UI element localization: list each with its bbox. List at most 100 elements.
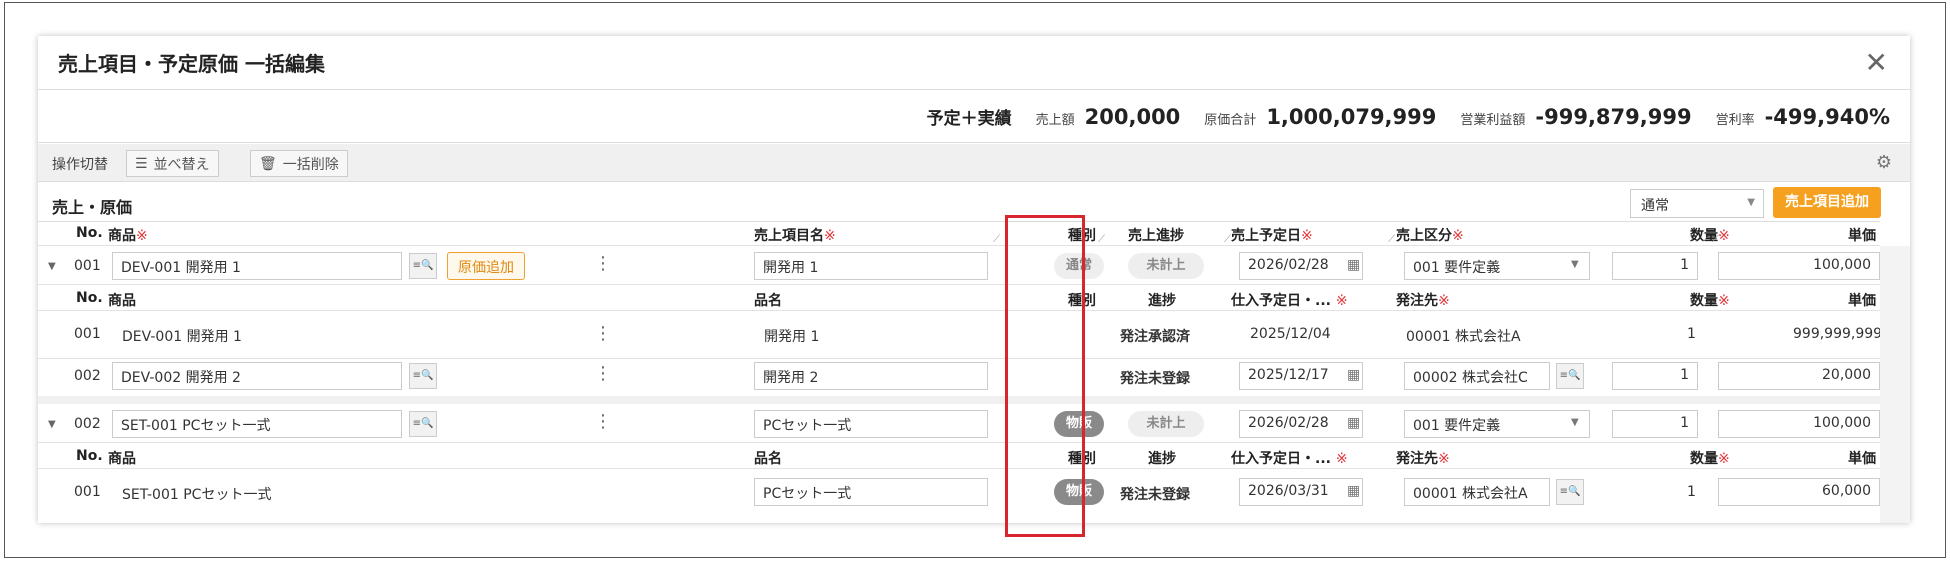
sales-header-category: 売上区分※ (1396, 228, 1464, 244)
rate-label: 営利率 (1715, 113, 1755, 128)
supplier-input[interactable]: 00002 株式会社C (1404, 362, 1550, 390)
product-input[interactable]: SET-001 PCセット一式 (112, 410, 402, 438)
cost-item-name-input[interactable]: 開発用 2 (754, 362, 988, 390)
product-input[interactable]: DEV-001 開発用 1 (112, 252, 402, 280)
sales-header-progress: 売上進捗 (1128, 228, 1184, 244)
chevron-down-icon: ▼ (1747, 197, 1755, 208)
cost-date-input[interactable]: 2025/12/17 (1239, 362, 1363, 390)
cost-header-qty: 数量※ (1690, 451, 1730, 467)
cost-date-input[interactable]: 2026/03/31 (1239, 478, 1363, 506)
more-icon[interactable]: ⋮ (594, 365, 612, 383)
lookup-icon[interactable]: ≡🔍 (409, 411, 437, 437)
cost-header-item-name: 品名 (754, 293, 782, 309)
rate-value: -499,940% (1764, 105, 1890, 129)
close-icon[interactable]: ✕ (1865, 46, 1888, 79)
sales-label: 売上額 (1035, 113, 1075, 128)
cost-header-progress: 進捗 (1148, 451, 1176, 467)
chevron-down-icon: ▼ (1571, 417, 1579, 428)
calendar-icon[interactable]: ▦ (1347, 257, 1360, 273)
sales-header-product: 商品※ (108, 228, 148, 244)
cost-header-no: No. (76, 290, 103, 306)
sales-category-select[interactable]: 001 要件定義 (1404, 410, 1590, 438)
qty-input[interactable]: 1 (1612, 252, 1698, 280)
cost-progress: 発注承認済 (1120, 329, 1190, 345)
more-icon[interactable]: ⋮ (594, 325, 612, 343)
sales-date-input[interactable]: 2026/02/28 (1239, 410, 1363, 438)
summary: 予定＋実績 売上額 200,000 原価合計 1,000,079,999 営業利… (927, 104, 1890, 129)
sales-header-item-name: 売上項目名※ (754, 228, 836, 244)
cost-header-date: 仕入予定日・... ※ (1231, 451, 1348, 467)
toolbar-label: 操作切替 (52, 157, 108, 173)
cost-qty-input[interactable]: 1 (1612, 362, 1698, 390)
lookup-icon[interactable]: ≡🔍 (1556, 479, 1584, 505)
sort-icon: ☰ (135, 155, 148, 172)
view-select[interactable]: 通常 ▼ (1630, 189, 1764, 218)
cost-progress: 発注未登録 (1120, 371, 1190, 387)
sales-header-date: 売上予定日※ (1231, 228, 1313, 244)
cost-unit-price-input[interactable]: 60,000 (1718, 478, 1880, 506)
gear-icon[interactable]: ⚙ (1876, 152, 1892, 173)
lookup-icon[interactable]: ≡🔍 (1556, 363, 1584, 389)
cost-supplier: 00001 株式会社A (1406, 329, 1521, 345)
row-divider (38, 442, 1880, 443)
sort-button[interactable]: ☰ 並べ替え (126, 150, 219, 177)
lookup-icon[interactable]: ≡🔍 (409, 253, 437, 279)
column-resize-handle[interactable]: ⟋ (1224, 234, 1231, 245)
more-icon[interactable]: ⋮ (594, 413, 612, 431)
modal-title: 売上項目・予定原価 一括編集 (58, 52, 325, 76)
cost-no: 001 (74, 326, 101, 342)
chevron-down-icon: ▼ (1571, 259, 1579, 270)
scrollbar[interactable] (1880, 246, 1910, 523)
highlight-box (1005, 215, 1085, 537)
sales-category-select[interactable]: 001 要件定義 (1404, 252, 1590, 280)
cost-label: 原価合計 (1204, 113, 1257, 128)
sales-header-no: No. (76, 225, 103, 241)
collapse-icon[interactable]: ▼ (48, 261, 56, 272)
column-resize-handle[interactable]: ⟋ (1388, 234, 1395, 245)
cost-progress: 発注未登録 (1120, 487, 1190, 503)
cost-product: SET-001 PCセット一式 (122, 487, 272, 503)
group-no: 001 (74, 258, 101, 274)
column-resize-handle[interactable]: ⟋ (993, 234, 1000, 245)
calendar-icon[interactable]: ▦ (1347, 415, 1360, 431)
cost-header-date: 仕入予定日・... ※ (1231, 293, 1348, 309)
sales-date-input[interactable]: 2026/02/28 (1239, 252, 1363, 280)
cost-header-no: No. (76, 448, 103, 464)
row-divider (38, 358, 1880, 359)
cost-header-product: 商品 (108, 451, 136, 467)
bulk-edit-modal: 売上項目・予定原価 一括編集 ✕ 予定＋実績 売上額 200,000 原価合計 … (38, 36, 1910, 523)
section-title: 売上・原価 (52, 198, 133, 217)
cost-item-name-input[interactable]: PCセット一式 (754, 478, 988, 506)
column-resize-handle[interactable]: ⟋ (1712, 234, 1719, 245)
sales-value: 200,000 (1084, 105, 1181, 129)
toolbar: 操作切替 ☰ 並べ替え 🗑 一括削除 ⚙ (38, 144, 1910, 182)
cost-header-progress: 進捗 (1148, 293, 1176, 309)
item-name-input[interactable]: PCセット一式 (754, 410, 988, 438)
sales-header-unit-price: 単価 (1848, 228, 1876, 244)
trash-icon: 🗑 (259, 155, 277, 172)
cost-product-input[interactable]: DEV-002 開発用 2 (112, 362, 402, 390)
item-name-input[interactable]: 開発用 1 (754, 252, 988, 280)
qty-input[interactable]: 1 (1612, 410, 1698, 438)
group-divider (38, 396, 1880, 404)
cost-header-unit-price: 単価 (1848, 293, 1876, 309)
column-resize-handle[interactable]: ⟋ (1098, 234, 1105, 245)
row-divider (38, 468, 1880, 469)
cost-header-supplier: 発注先※ (1396, 451, 1450, 467)
progress-badge: 未計上 (1128, 253, 1204, 279)
collapse-icon[interactable]: ▼ (48, 419, 56, 430)
cost-date: 2025/12/04 (1250, 326, 1331, 342)
unit-price-input[interactable]: 100,000 (1718, 252, 1880, 280)
row-divider (38, 245, 1880, 246)
header-divider (38, 221, 1880, 222)
unit-price-input[interactable]: 100,000 (1718, 410, 1880, 438)
cost-unit-price-input[interactable]: 20,000 (1718, 362, 1880, 390)
calendar-icon[interactable]: ▦ (1347, 367, 1360, 383)
calendar-icon[interactable]: ▦ (1347, 483, 1360, 499)
more-icon[interactable]: ⋮ (594, 255, 612, 273)
add-sales-item-button[interactable]: 売上項目追加 (1773, 187, 1881, 218)
add-cost-button[interactable]: 原価追加 (447, 252, 525, 280)
bulk-delete-button[interactable]: 🗑 一括削除 (250, 150, 348, 177)
supplier-input[interactable]: 00001 株式会社A (1404, 478, 1550, 506)
lookup-icon[interactable]: ≡🔍 (409, 363, 437, 389)
